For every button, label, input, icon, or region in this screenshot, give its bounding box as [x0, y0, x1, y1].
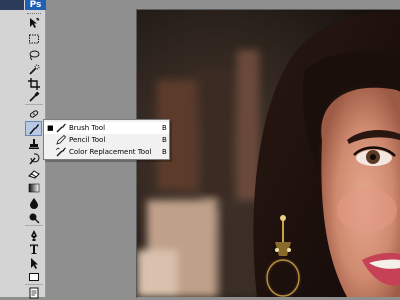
brush-tool-flyout-menu: ■ Brush Tool B Pencil Tool B Color Repla…: [43, 119, 170, 160]
flyout-item-label: Color Replacement Tool: [69, 148, 152, 156]
gradient-tool-icon[interactable]: [25, 180, 42, 195]
pen-tool-icon[interactable]: [25, 227, 42, 242]
brush-icon: [56, 123, 66, 133]
brush-tool-icon[interactable]: [25, 121, 42, 136]
active-tool-marker: ■: [47, 124, 54, 132]
dodge-tool-icon[interactable]: [25, 210, 42, 225]
blur-tool-icon[interactable]: [25, 195, 42, 210]
healing-brush-tool-icon[interactable]: [25, 106, 42, 121]
flyout-item-label: Pencil Tool: [69, 136, 106, 144]
notes-tool-icon[interactable]: [25, 285, 42, 300]
marquee-tool-icon[interactable]: [25, 31, 42, 46]
flyout-item-brush-tool[interactable]: ■ Brush Tool B: [44, 122, 169, 134]
toolbar-divider: [25, 104, 43, 105]
shape-tool-icon[interactable]: [25, 269, 42, 284]
flyout-item-pencil-tool[interactable]: Pencil Tool B: [44, 134, 169, 146]
pencil-icon: [56, 134, 67, 145]
document-canvas[interactable]: [137, 10, 400, 297]
path-selection-tool-icon[interactable]: [25, 255, 42, 270]
panel-title-strip: [0, 0, 24, 10]
history-brush-tool-icon[interactable]: [25, 151, 42, 166]
lasso-tool-icon[interactable]: [25, 47, 42, 62]
quick-selection-tool-icon[interactable]: [25, 62, 42, 77]
photo: [137, 10, 400, 297]
flyout-item-color-replacement-tool[interactable]: Color Replacement Tool B: [44, 146, 169, 158]
ps-logo: Ps: [25, 0, 46, 10]
clone-stamp-tool-icon[interactable]: [25, 136, 42, 151]
move-tool-icon[interactable]: [25, 15, 42, 30]
flyout-item-shortcut: B: [162, 136, 167, 144]
tools-panel: Ps: [0, 0, 46, 300]
eraser-tool-icon[interactable]: [25, 166, 42, 181]
type-tool-icon[interactable]: [25, 241, 42, 256]
toolbar-divider: [25, 225, 43, 226]
eyedropper-tool-icon[interactable]: [25, 89, 42, 104]
flyout-item-shortcut: B: [162, 148, 167, 156]
flyout-item-shortcut: B: [162, 124, 167, 132]
flyout-item-label: Brush Tool: [69, 124, 106, 132]
color-replacement-icon: [56, 147, 66, 157]
